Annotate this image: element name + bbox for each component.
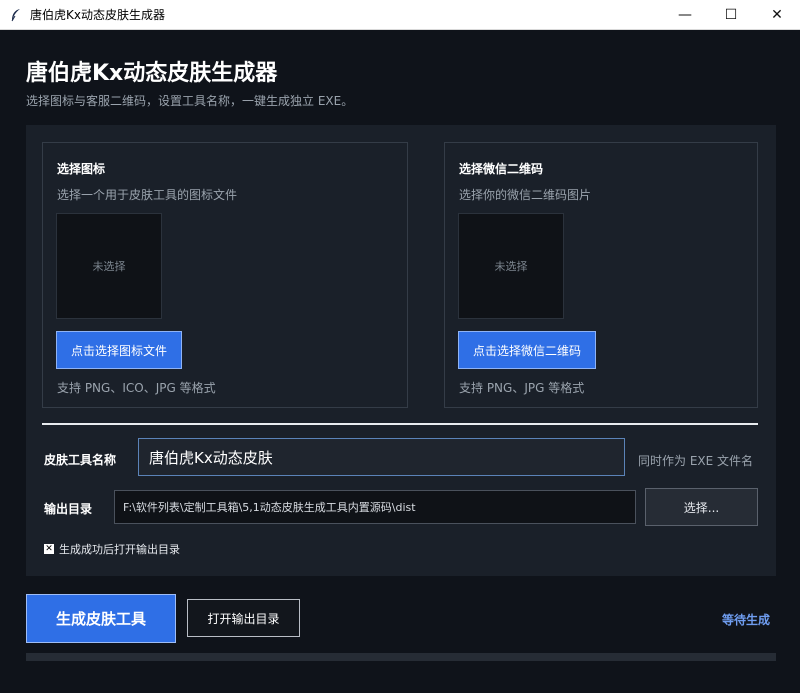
open-after-option[interactable]: ✕ 生成成功后打开输出目录	[44, 541, 180, 557]
status-text: 等待生成	[722, 613, 771, 627]
open-output-dir-button[interactable]: 打开输出目录	[187, 599, 300, 637]
close-button[interactable]: ✕	[754, 0, 800, 30]
generate-button[interactable]: 生成皮肤工具	[26, 594, 176, 643]
icon-card-title: 选择图标	[57, 162, 106, 176]
close-icon: ✕	[771, 7, 783, 23]
progress-bar	[26, 653, 776, 661]
icon-format-hint: 支持 PNG、ICO、JPG 等格式	[57, 381, 216, 395]
select-icon-button[interactable]: 点击选择图标文件	[56, 331, 183, 369]
window-controls: — ☐ ✕	[662, 0, 800, 30]
open-after-checkbox[interactable]: ✕	[44, 544, 54, 554]
select-qr-button[interactable]: 点击选择微信二维码	[458, 331, 597, 369]
tool-name-input[interactable]: 唐伯虎Kx动态皮肤	[138, 438, 625, 476]
settings-panel: 选择图标 选择一个用于皮肤工具的图标文件 未选择 点击选择图标文件 支持 PNG…	[26, 125, 776, 576]
name-hint: 同时作为 EXE 文件名	[638, 454, 754, 468]
maximize-icon: ☐	[724, 7, 738, 23]
icon-preview-placeholder: 未选择	[92, 260, 126, 273]
browse-button[interactable]: 选择...	[645, 488, 758, 526]
title-bar: 唐伯虎Kx动态皮肤生成器 — ☐ ✕	[0, 0, 800, 30]
maximize-button[interactable]: ☐	[708, 0, 754, 30]
qr-format-hint: 支持 PNG、JPG 等格式	[459, 381, 585, 395]
icon-preview: 未选择	[56, 213, 162, 319]
qr-preview-placeholder: 未选择	[494, 260, 528, 273]
page-title: 唐伯虎Kx动态皮肤生成器	[26, 61, 278, 86]
minimize-button[interactable]: —	[662, 0, 708, 30]
window-title: 唐伯虎Kx动态皮肤生成器	[30, 8, 165, 22]
qr-card-description: 选择你的微信二维码图片	[459, 188, 592, 202]
output-dir-input[interactable]: F:\软件列表\定制工具箱\5,1动态皮肤生成工具内置源码\dist	[114, 490, 636, 524]
page-subtitle: 选择图标与客服二维码，设置工具名称，一键生成独立 EXE。	[26, 94, 354, 108]
feather-icon	[8, 7, 24, 23]
app-body: 唐伯虎Kx动态皮肤生成器 选择图标与客服二维码，设置工具名称，一键生成独立 EX…	[0, 30, 800, 693]
output-dir-label: 输出目录	[44, 502, 93, 516]
qr-card-title: 选择微信二维码	[459, 162, 544, 176]
minimize-icon: —	[678, 7, 692, 23]
qr-card: 选择微信二维码 选择你的微信二维码图片 未选择 点击选择微信二维码 支持 PNG…	[444, 142, 758, 408]
qr-preview: 未选择	[458, 213, 564, 319]
check-icon: ✕	[45, 543, 53, 554]
icon-card: 选择图标 选择一个用于皮肤工具的图标文件 未选择 点击选择图标文件 支持 PNG…	[42, 142, 408, 408]
icon-card-description: 选择一个用于皮肤工具的图标文件	[57, 188, 238, 202]
divider	[42, 423, 758, 425]
name-label: 皮肤工具名称	[44, 453, 117, 467]
open-after-label: 生成成功后打开输出目录	[59, 543, 180, 556]
